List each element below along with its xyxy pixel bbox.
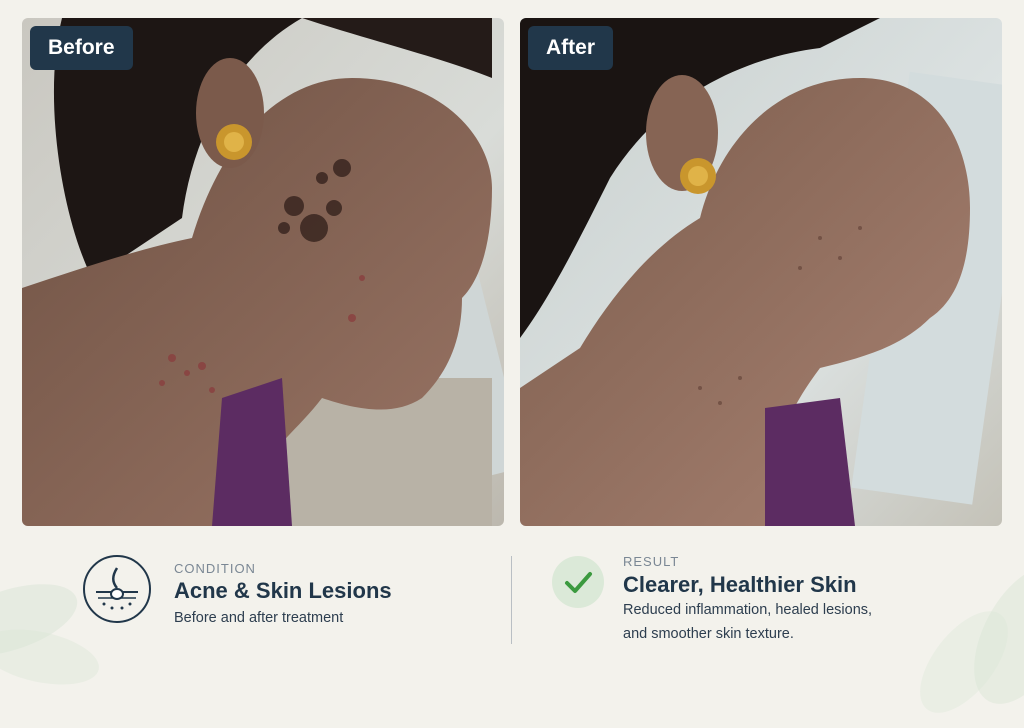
divider: [511, 556, 512, 644]
result-description-line2: and smoother skin texture.: [623, 626, 794, 642]
before-photo-illustration: [22, 18, 504, 526]
result-info: RESULT Clearer, Healthier Skin Reduced i…: [552, 552, 992, 652]
before-photo: Before: [22, 18, 504, 526]
result-title: Clearer, Healthier Skin: [623, 572, 857, 597]
check-icon-background: [552, 556, 604, 608]
condition-description: Before and after treatment: [174, 610, 344, 626]
condition-kicker: CONDITION: [174, 561, 256, 576]
condition-title: Acne & Skin Lesions: [174, 578, 392, 603]
before-label: Before: [30, 26, 133, 70]
after-photo: After: [520, 18, 1002, 526]
condition-info: CONDITION Acne & Skin Lesions Before and…: [82, 554, 482, 644]
result-description-line1: Reduced inflammation, healed lesions,: [623, 602, 873, 618]
result-kicker: RESULT: [623, 554, 680, 569]
check-icon: [565, 572, 592, 593]
hair-follicle-icon: [83, 555, 151, 623]
after-photo-illustration: [520, 18, 1002, 526]
after-label: After: [528, 26, 614, 70]
